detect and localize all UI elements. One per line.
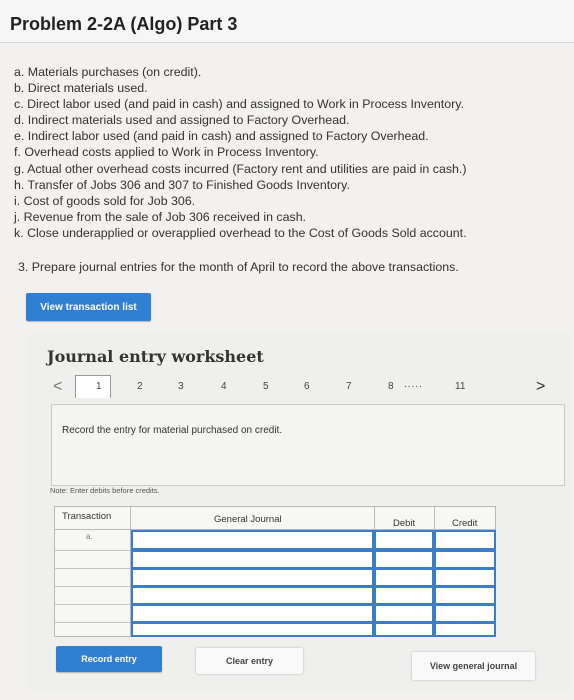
question-prompt: 3. Prepare journal entries for the month… [18, 260, 459, 274]
credit-input-row-2[interactable] [434, 550, 496, 569]
account-input-row-2[interactable] [131, 550, 374, 569]
next-arrow-icon[interactable]: > [536, 378, 545, 396]
view-general-journal-button[interactable]: View general journal [412, 652, 535, 680]
account-input-row-4[interactable] [131, 586, 374, 605]
transaction-c: c. Direct labor used (and paid in cash) … [14, 97, 464, 112]
journal-entry-table: Transaction General Journal Debit Credit… [54, 506, 496, 637]
clear-entry-button[interactable]: Clear entry [196, 648, 303, 674]
prev-arrow-icon[interactable]: < [53, 378, 62, 396]
debit-input-row-4[interactable] [374, 586, 434, 605]
transaction-e: e. Indirect labor used (and paid in cash… [14, 129, 429, 144]
column-divider [434, 506, 435, 530]
debit-input-row-1[interactable] [374, 530, 434, 550]
transaction-f: f. Overhead costs applied to Work in Pro… [14, 145, 319, 160]
tab-1[interactable]: 1 [96, 381, 102, 392]
row-divider [54, 622, 130, 623]
note-text: Note: Enter debits before credits. [50, 486, 160, 495]
transaction-a: a. Materials purchases (on credit). [14, 65, 202, 79]
row-divider [54, 586, 130, 587]
column-header-debit: Debit [393, 518, 416, 529]
row-divider [54, 550, 130, 551]
tab-2[interactable]: 2 [137, 381, 143, 392]
row-divider [54, 568, 130, 569]
instruction-text: Record the entry for material purchased … [62, 425, 283, 436]
tab-4[interactable]: 4 [221, 381, 227, 392]
page-title: Problem 2-2A (Algo) Part 3 [10, 14, 238, 34]
transaction-j: j. Revenue from the sale of Job 306 rece… [14, 209, 307, 224]
instruction-box: Record the entry for material purchased … [51, 404, 565, 486]
transaction-list: a. Materials purchases (on credit). b. D… [14, 64, 564, 241]
view-transaction-list-button[interactable]: View transaction list [26, 293, 151, 321]
credit-input-row-3[interactable] [434, 568, 496, 587]
transaction-g: g. Actual other overhead costs incurred … [14, 161, 467, 176]
header-bar: Problem 2-2A (Algo) Part 3 [0, 0, 574, 43]
credit-input-row-4[interactable] [434, 586, 496, 605]
tab-1-active[interactable] [75, 375, 111, 398]
transaction-i: i. Cost of goods sold for Job 306. [14, 193, 196, 208]
worksheet-title: Journal entry worksheet [47, 347, 264, 366]
account-input-row-3[interactable] [131, 568, 374, 587]
column-header-transaction: Transaction [62, 511, 112, 522]
column-header-general-journal: General Journal [214, 514, 282, 525]
transaction-d: d. Indirect materials used and assigned … [14, 113, 350, 128]
record-entry-button[interactable]: Record entry [56, 646, 162, 672]
tab-11[interactable]: 11 [455, 381, 465, 392]
column-header-credit: Credit [452, 518, 478, 529]
transaction-k: k. Close underapplied or overapplied ove… [14, 225, 467, 240]
debit-input-row-2[interactable] [374, 550, 434, 569]
credit-input-row-1[interactable] [434, 530, 496, 550]
account-input-row-5[interactable] [131, 604, 374, 623]
account-input-row-6[interactable] [131, 622, 374, 637]
debit-input-row-5[interactable] [374, 604, 434, 623]
credit-input-row-5[interactable] [434, 604, 496, 623]
transaction-b: b. Direct materials used. [14, 81, 148, 96]
debit-input-row-6[interactable] [374, 622, 434, 637]
account-input-row-1[interactable] [131, 530, 374, 550]
tab-ellipsis: ..... [404, 379, 423, 390]
tab-8[interactable]: 8 [388, 381, 394, 392]
debit-input-row-3[interactable] [374, 568, 434, 587]
tab-3[interactable]: 3 [178, 381, 184, 392]
tab-6[interactable]: 6 [304, 381, 310, 392]
transaction-label-a: a. [86, 532, 93, 541]
tab-5[interactable]: 5 [263, 381, 269, 392]
column-divider [374, 506, 375, 530]
tab-7[interactable]: 7 [346, 381, 352, 392]
transaction-h: h. Transfer of Jobs 306 and 307 to Finis… [14, 177, 350, 192]
credit-input-row-6[interactable] [434, 622, 496, 637]
row-divider [54, 604, 130, 605]
